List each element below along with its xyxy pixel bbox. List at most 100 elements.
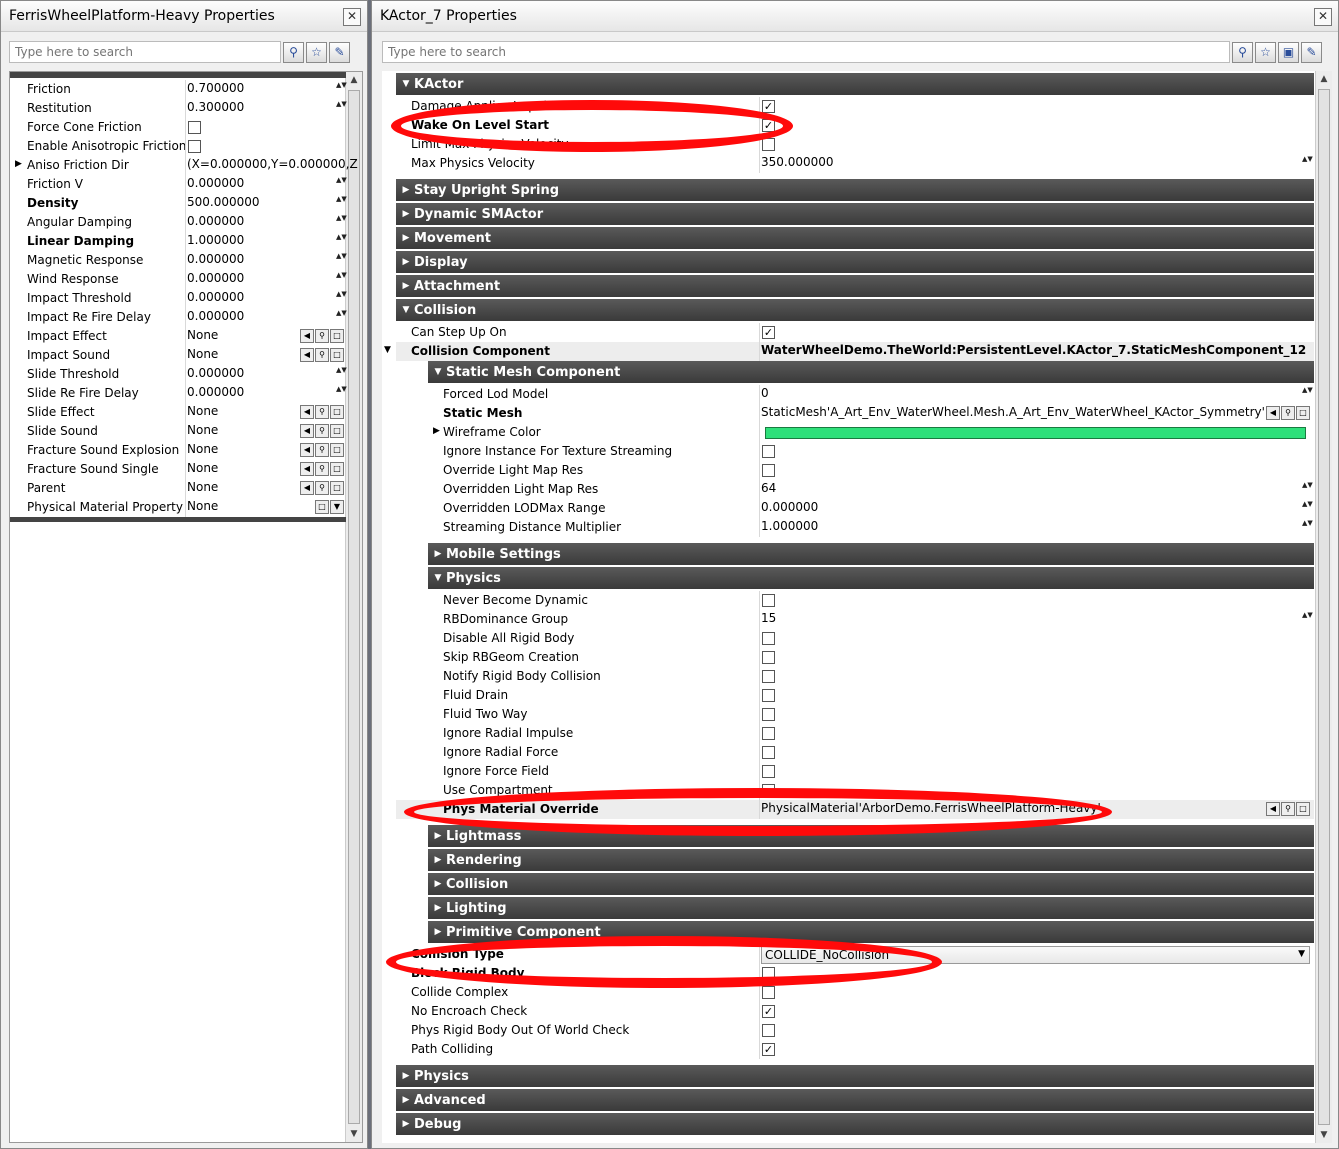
expander-arrow-icon[interactable]: ▶ [432,855,444,865]
column-divider[interactable] [185,498,186,517]
checkbox-icon[interactable] [762,464,775,477]
property-value[interactable]: WaterWheelDemo.TheWorld:PersistentLevel.… [761,343,1306,357]
expander-arrow-icon[interactable]: ▶ [432,831,444,841]
checkbox-icon[interactable] [762,594,775,607]
wrench-icon[interactable]: ✎ [1301,41,1322,63]
property-row-static-mesh[interactable]: Static Mesh StaticMesh'A_Art_Env_WaterWhe… [396,404,1314,423]
property-row-slide-sound[interactable]: Slide Sound None ◀ ⚲ □ [10,422,346,441]
lock-icon[interactable]: ▣ [1278,41,1299,63]
property-row-skip-rbgeom-creation[interactable]: Skip RBGeom Creation [396,648,1314,667]
checkbox-icon[interactable]: ✓ [762,1043,775,1056]
column-divider[interactable] [759,629,760,648]
checkbox-icon[interactable] [762,986,775,999]
property-row-streaming-distance-multiplier[interactable]: Streaming Distance Multiplier 1.000000 ▲▼ [396,518,1314,537]
category-movement[interactable]: ▶ Movement [396,227,1314,249]
category-dynamic-smactor[interactable]: ▶ Dynamic SMActor [396,203,1314,225]
column-divider[interactable] [759,342,760,361]
dropdown-arrow-icon[interactable]: ▼ [1298,949,1305,959]
property-row-ignore-force-field[interactable]: Ignore Force Field [396,762,1314,781]
spin-arrows-icon[interactable]: ▲▼ [336,196,347,211]
expander-arrow-icon[interactable]: ▶ [433,426,440,436]
spin-arrows-icon[interactable]: ▲▼ [1302,520,1313,535]
property-value[interactable]: 15 [761,611,776,625]
expander-arrow-icon[interactable]: ▶ [400,281,412,291]
column-divider[interactable] [185,194,186,213]
property-value[interactable]: None [187,404,218,418]
column-divider[interactable] [185,80,186,99]
property-row-impact-sound[interactable]: Impact Sound None ◀ ⚲ □ [10,346,346,365]
clear-icon[interactable]: □ [330,481,344,495]
property-row-impact-effect[interactable]: Impact Effect None ◀ ⚲ □ [10,327,346,346]
property-row-enable-anisotropic-friction[interactable]: Enable Anisotropic Friction [10,137,346,156]
property-row-never-become-dynamic[interactable]: Never Become Dynamic [396,591,1314,610]
column-divider[interactable] [185,479,186,498]
browse-arrow-icon[interactable]: ◀ [300,462,314,476]
wireframe-color-swatch[interactable] [765,427,1306,439]
property-row-rbdominance-group[interactable]: RBDominance Group 15 ▲▼ [396,610,1314,629]
column-divider[interactable] [185,175,186,194]
scroll-up-icon[interactable]: ▲ [346,72,362,88]
clear-icon[interactable]: □ [330,462,344,476]
property-row-overridden-lodmax-range[interactable]: Overridden LODMax Range 0.000000 ▲▼ [396,499,1314,518]
browse-arrow-icon[interactable]: ◀ [1266,406,1280,420]
column-divider[interactable] [759,648,760,667]
column-divider[interactable] [185,365,186,384]
find-magnifier-icon[interactable]: ⚲ [315,462,329,476]
property-row-linear-damping[interactable]: Linear Damping 1.000000 ▲▼ [10,232,347,251]
category-rendering[interactable]: ▶ Rendering [428,849,1314,871]
checkbox-icon[interactable]: ✓ [762,1005,775,1018]
spin-arrows-icon[interactable]: ▲▼ [1302,482,1313,497]
property-row-impact-threshold[interactable]: Impact Threshold 0.000000 ▲▼ [10,289,347,308]
property-row-impact-re-fire-delay[interactable]: Impact Re Fire Delay 0.000000 ▲▼ [10,308,347,327]
expander-arrow-icon[interactable]: ▶ [15,159,22,169]
property-value[interactable]: 0.000000 [187,385,244,399]
spin-arrows-icon[interactable]: ▲▼ [1302,387,1313,402]
spin-arrows-icon[interactable]: ▲▼ [336,82,347,97]
spin-arrows-icon[interactable]: ▲▼ [1302,612,1313,627]
property-row-fluid-two-way[interactable]: Fluid Two Way [396,705,1314,724]
clear-icon[interactable]: □ [315,500,329,514]
find-magnifier-icon[interactable]: ⚲ [315,481,329,495]
column-divider[interactable] [185,99,186,118]
property-row-overridden-light-map-res[interactable]: Overridden Light Map Res 64 ▲▼ [396,480,1314,499]
column-divider[interactable] [185,384,186,403]
left-scrollbar[interactable]: ▲ ▼ [345,72,362,1142]
property-row-aniso-friction-dir[interactable]: ▶ Aniso Friction Dir (X=0.000000,Y=0.00000… [10,156,358,175]
column-divider[interactable] [185,156,186,175]
scroll-down-icon[interactable]: ▼ [346,1126,362,1142]
spin-arrows-icon[interactable]: ▲▼ [336,177,347,192]
property-value[interactable]: 1.000000 [187,233,244,247]
spin-arrows-icon[interactable]: ▲▼ [1302,156,1313,171]
property-value[interactable]: StaticMesh'A_Art_Env_WaterWheel.Mesh.A_A… [761,405,1265,419]
spin-arrows-icon[interactable]: ▲▼ [336,101,347,116]
browse-arrow-icon[interactable]: ◀ [300,405,314,419]
clear-icon[interactable]: □ [330,329,344,343]
property-value[interactable]: 0.000000 [187,271,244,285]
expander-arrow-icon[interactable]: ▶ [400,1095,412,1105]
find-magnifier-icon[interactable]: ⚲ [315,329,329,343]
column-divider[interactable] [759,1002,760,1021]
column-divider[interactable] [759,743,760,762]
checkbox-icon[interactable] [762,445,775,458]
expander-arrow-icon[interactable]: ▼ [432,367,444,377]
find-magnifier-icon[interactable]: ⚲ [1281,406,1295,420]
property-row-parent[interactable]: Parent None ◀ ⚲ □ [10,479,346,498]
checkbox-icon[interactable]: ✓ [762,100,775,113]
column-divider[interactable] [759,762,760,781]
property-value[interactable]: 1.000000 [761,519,818,533]
category-collision[interactable]: ▶ Collision [428,873,1314,895]
column-divider[interactable] [185,327,186,346]
left-search-input[interactable] [9,41,281,63]
category-physics[interactable]: ▶ Physics [396,1065,1314,1087]
expander-arrow-icon[interactable]: ▶ [400,185,412,195]
property-value[interactable]: 0 [761,386,769,400]
property-value[interactable]: 0.700000 [187,81,244,95]
property-row-collide-complex[interactable]: Collide Complex [396,983,1314,1002]
checkbox-icon[interactable] [188,140,201,153]
find-magnifier-icon[interactable]: ⚲ [315,443,329,457]
browse-arrow-icon[interactable]: ◀ [1266,802,1280,816]
clear-icon[interactable]: □ [330,348,344,362]
right-scrollbar[interactable]: ▲ ▼ [1315,71,1332,1143]
category-mobile-settings[interactable]: ▶ Mobile Settings [428,543,1314,565]
column-divider[interactable] [759,499,760,518]
